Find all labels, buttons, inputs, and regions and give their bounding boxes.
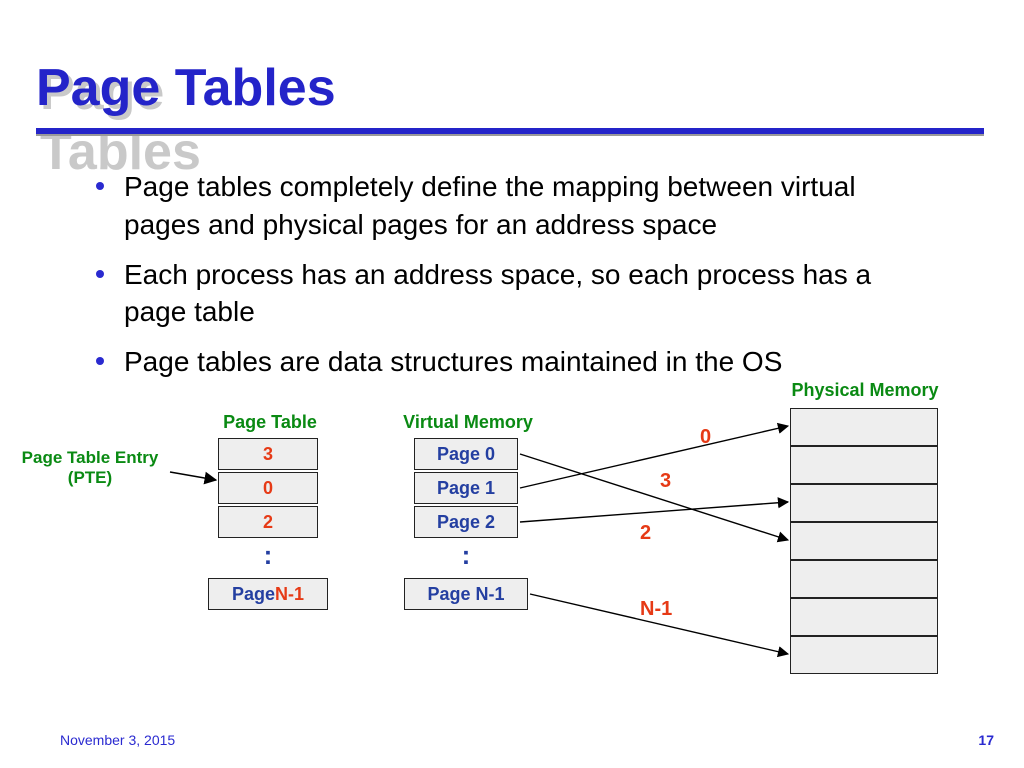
- virtual-page-last: Page N-1: [404, 578, 528, 610]
- slide: Page Tables Page Tables Page tables comp…: [0, 0, 1024, 768]
- pte-label-line2: (PTE): [68, 468, 112, 487]
- slide-title: Page Tables: [36, 58, 336, 118]
- page-table-last-prefix: Page: [232, 584, 275, 605]
- slide-title-wrap: Page Tables Page Tables: [36, 58, 336, 118]
- bullet-item: Each process has an address space, so ea…: [96, 256, 936, 332]
- pte-label-line1: Page Table Entry: [22, 448, 159, 467]
- pte-label: Page Table Entry (PTE): [10, 448, 170, 487]
- title-divider: [36, 128, 984, 136]
- page-table-entry: 2: [218, 506, 318, 538]
- virtual-page: Page 2: [414, 506, 518, 538]
- virtual-memory-dots: :: [414, 540, 518, 571]
- page-table-last-suffix: N-1: [275, 584, 304, 605]
- page-table-dots: :: [218, 540, 318, 571]
- mapping-label-0: 0: [700, 426, 711, 449]
- physical-frame: [790, 484, 938, 522]
- bullet-item: Page tables completely define the mappin…: [96, 168, 936, 244]
- physical-memory-header: Physical Memory: [780, 380, 950, 401]
- physical-frame: [790, 446, 938, 484]
- mapping-label-n1: N-1: [640, 598, 672, 621]
- arrow-pte: [170, 472, 216, 480]
- page-table-entry: 0: [218, 472, 318, 504]
- bullet-item: Page tables are data structures maintain…: [96, 343, 936, 381]
- physical-frame: [790, 560, 938, 598]
- virtual-page: Page 1: [414, 472, 518, 504]
- physical-frame: [790, 408, 938, 446]
- footer-date: November 3, 2015: [60, 732, 175, 748]
- arrow-vm1-pm0: [520, 426, 788, 488]
- bullet-list: Page tables completely define the mappin…: [96, 168, 936, 393]
- arrow-vm0-pm3: [520, 454, 788, 540]
- virtual-page: Page 0: [414, 438, 518, 470]
- mapping-label-3: 3: [660, 470, 671, 493]
- page-table-header: Page Table: [210, 412, 330, 433]
- virtual-memory-header: Virtual Memory: [388, 412, 548, 433]
- diagram: Page Table Virtual Memory Physical Memor…: [0, 380, 1024, 740]
- physical-frame: [790, 636, 938, 674]
- footer-page: 17: [978, 732, 994, 748]
- physical-frame: [790, 598, 938, 636]
- page-table-last: Page N-1: [208, 578, 328, 610]
- physical-frame: [790, 522, 938, 560]
- mapping-label-2: 2: [640, 522, 651, 545]
- arrow-vm2-pm2: [520, 502, 788, 522]
- page-table-entry: 3: [218, 438, 318, 470]
